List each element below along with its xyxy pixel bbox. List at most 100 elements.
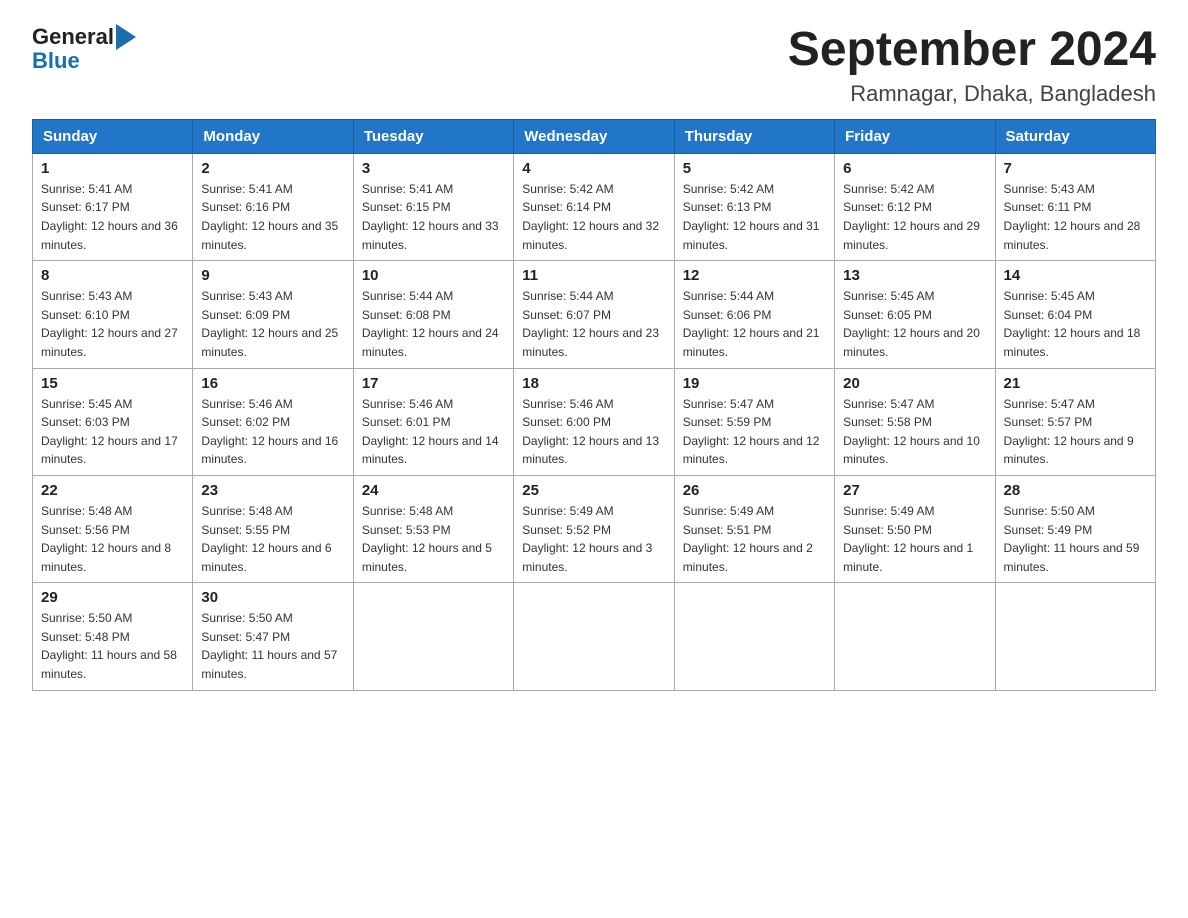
day-number: 15 <box>41 375 184 392</box>
calendar-day-cell: 27 Sunrise: 5:49 AMSunset: 5:50 PMDayligh… <box>835 475 995 582</box>
calendar-day-cell: 28 Sunrise: 5:50 AMSunset: 5:49 PMDayligh… <box>995 475 1155 582</box>
day-info: Sunrise: 5:41 AMSunset: 6:17 PMDaylight:… <box>41 180 184 254</box>
day-number: 2 <box>201 160 344 177</box>
day-info: Sunrise: 5:42 AMSunset: 6:13 PMDaylight:… <box>683 180 826 254</box>
day-info: Sunrise: 5:41 AMSunset: 6:16 PMDaylight:… <box>201 180 344 254</box>
day-number: 8 <box>41 267 184 284</box>
calendar-day-cell: 22 Sunrise: 5:48 AMSunset: 5:56 PMDayligh… <box>33 475 193 582</box>
day-info: Sunrise: 5:41 AMSunset: 6:15 PMDaylight:… <box>362 180 505 254</box>
day-number: 18 <box>522 375 665 392</box>
day-number: 9 <box>201 267 344 284</box>
calendar-week-row: 1 Sunrise: 5:41 AMSunset: 6:17 PMDaylight… <box>33 153 1156 260</box>
calendar-day-cell <box>514 583 674 690</box>
day-number: 13 <box>843 267 986 284</box>
day-info: Sunrise: 5:43 AMSunset: 6:09 PMDaylight:… <box>201 287 344 361</box>
calendar-day-cell: 9 Sunrise: 5:43 AMSunset: 6:09 PMDaylight… <box>193 261 353 368</box>
calendar-subtitle: Ramnagar, Dhaka, Bangladesh <box>788 81 1156 107</box>
calendar-day-cell: 7 Sunrise: 5:43 AMSunset: 6:11 PMDaylight… <box>995 153 1155 260</box>
day-number: 29 <box>41 589 184 606</box>
logo: General Blue <box>32 24 136 74</box>
day-number: 30 <box>201 589 344 606</box>
day-info: Sunrise: 5:48 AMSunset: 5:56 PMDaylight:… <box>41 502 184 576</box>
day-info: Sunrise: 5:44 AMSunset: 6:06 PMDaylight:… <box>683 287 826 361</box>
calendar-day-cell: 15 Sunrise: 5:45 AMSunset: 6:03 PMDayligh… <box>33 368 193 475</box>
day-info: Sunrise: 5:49 AMSunset: 5:50 PMDaylight:… <box>843 502 986 576</box>
day-number: 12 <box>683 267 826 284</box>
logo-arrow-icon <box>116 24 136 50</box>
day-info: Sunrise: 5:42 AMSunset: 6:14 PMDaylight:… <box>522 180 665 254</box>
day-number: 10 <box>362 267 505 284</box>
calendar-day-cell: 26 Sunrise: 5:49 AMSunset: 5:51 PMDayligh… <box>674 475 834 582</box>
calendar-header-sunday: Sunday <box>33 119 193 153</box>
day-info: Sunrise: 5:45 AMSunset: 6:03 PMDaylight:… <box>41 395 184 469</box>
day-info: Sunrise: 5:43 AMSunset: 6:11 PMDaylight:… <box>1004 180 1147 254</box>
calendar-table: SundayMondayTuesdayWednesdayThursdayFrid… <box>32 119 1156 691</box>
day-number: 7 <box>1004 160 1147 177</box>
calendar-day-cell: 1 Sunrise: 5:41 AMSunset: 6:17 PMDaylight… <box>33 153 193 260</box>
calendar-day-cell: 3 Sunrise: 5:41 AMSunset: 6:15 PMDaylight… <box>353 153 513 260</box>
calendar-day-cell: 6 Sunrise: 5:42 AMSunset: 6:12 PMDaylight… <box>835 153 995 260</box>
day-number: 22 <box>41 482 184 499</box>
page-header: General Blue September 2024 Ramnagar, Dh… <box>32 24 1156 107</box>
calendar-day-cell: 10 Sunrise: 5:44 AMSunset: 6:08 PMDayligh… <box>353 261 513 368</box>
day-info: Sunrise: 5:46 AMSunset: 6:01 PMDaylight:… <box>362 395 505 469</box>
day-info: Sunrise: 5:42 AMSunset: 6:12 PMDaylight:… <box>843 180 986 254</box>
calendar-day-cell <box>835 583 995 690</box>
logo-text-general: General <box>32 24 114 50</box>
calendar-day-cell: 17 Sunrise: 5:46 AMSunset: 6:01 PMDayligh… <box>353 368 513 475</box>
day-info: Sunrise: 5:49 AMSunset: 5:52 PMDaylight:… <box>522 502 665 576</box>
day-number: 25 <box>522 482 665 499</box>
day-number: 17 <box>362 375 505 392</box>
day-number: 26 <box>683 482 826 499</box>
day-number: 6 <box>843 160 986 177</box>
calendar-header-wednesday: Wednesday <box>514 119 674 153</box>
calendar-week-row: 22 Sunrise: 5:48 AMSunset: 5:56 PMDayligh… <box>33 475 1156 582</box>
day-info: Sunrise: 5:50 AMSunset: 5:47 PMDaylight:… <box>201 609 344 683</box>
calendar-day-cell: 14Sunrise: 5:45 AMSunset: 6:04 PMDayligh… <box>995 261 1155 368</box>
day-info: Sunrise: 5:49 AMSunset: 5:51 PMDaylight:… <box>683 502 826 576</box>
calendar-day-cell: 2 Sunrise: 5:41 AMSunset: 6:16 PMDaylight… <box>193 153 353 260</box>
calendar-day-cell: 19Sunrise: 5:47 AMSunset: 5:59 PMDayligh… <box>674 368 834 475</box>
day-info: Sunrise: 5:45 AMSunset: 6:04 PMDaylight:… <box>1004 287 1147 361</box>
day-number: 24 <box>362 482 505 499</box>
calendar-day-cell <box>353 583 513 690</box>
calendar-week-row: 15 Sunrise: 5:45 AMSunset: 6:03 PMDayligh… <box>33 368 1156 475</box>
day-number: 5 <box>683 160 826 177</box>
day-info: Sunrise: 5:47 AMSunset: 5:57 PMDaylight:… <box>1004 395 1147 469</box>
calendar-header-monday: Monday <box>193 119 353 153</box>
calendar-day-cell <box>674 583 834 690</box>
calendar-day-cell: 13 Sunrise: 5:45 AMSunset: 6:05 PMDayligh… <box>835 261 995 368</box>
day-info: Sunrise: 5:44 AMSunset: 6:08 PMDaylight:… <box>362 287 505 361</box>
calendar-header-friday: Friday <box>835 119 995 153</box>
day-number: 19 <box>683 375 826 392</box>
calendar-day-cell: 21 Sunrise: 5:47 AMSunset: 5:57 PMDayligh… <box>995 368 1155 475</box>
day-number: 11 <box>522 267 665 284</box>
day-info: Sunrise: 5:50 AMSunset: 5:49 PMDaylight:… <box>1004 502 1147 576</box>
day-number: 28 <box>1004 482 1147 499</box>
day-info: Sunrise: 5:47 AMSunset: 5:58 PMDaylight:… <box>843 395 986 469</box>
calendar-day-cell: 8 Sunrise: 5:43 AMSunset: 6:10 PMDaylight… <box>33 261 193 368</box>
calendar-header-row: SundayMondayTuesdayWednesdayThursdayFrid… <box>33 119 1156 153</box>
day-number: 1 <box>41 160 184 177</box>
day-number: 3 <box>362 160 505 177</box>
calendar-title: September 2024 <box>788 24 1156 77</box>
calendar-week-row: 29 Sunrise: 5:50 AMSunset: 5:48 PMDayligh… <box>33 583 1156 690</box>
day-number: 21 <box>1004 375 1147 392</box>
day-number: 4 <box>522 160 665 177</box>
calendar-day-cell: 29 Sunrise: 5:50 AMSunset: 5:48 PMDayligh… <box>33 583 193 690</box>
day-number: 16 <box>201 375 344 392</box>
day-info: Sunrise: 5:43 AMSunset: 6:10 PMDaylight:… <box>41 287 184 361</box>
calendar-day-cell: 24Sunrise: 5:48 AMSunset: 5:53 PMDayligh… <box>353 475 513 582</box>
calendar-day-cell <box>995 583 1155 690</box>
day-info: Sunrise: 5:44 AMSunset: 6:07 PMDaylight:… <box>522 287 665 361</box>
day-info: Sunrise: 5:45 AMSunset: 6:05 PMDaylight:… <box>843 287 986 361</box>
day-number: 23 <box>201 482 344 499</box>
day-info: Sunrise: 5:46 AMSunset: 6:02 PMDaylight:… <box>201 395 344 469</box>
calendar-day-cell: 5 Sunrise: 5:42 AMSunset: 6:13 PMDaylight… <box>674 153 834 260</box>
calendar-day-cell: 23Sunrise: 5:48 AMSunset: 5:55 PMDayligh… <box>193 475 353 582</box>
calendar-day-cell: 25 Sunrise: 5:49 AMSunset: 5:52 PMDayligh… <box>514 475 674 582</box>
day-number: 27 <box>843 482 986 499</box>
day-info: Sunrise: 5:50 AMSunset: 5:48 PMDaylight:… <box>41 609 184 683</box>
calendar-day-cell: 16 Sunrise: 5:46 AMSunset: 6:02 PMDayligh… <box>193 368 353 475</box>
title-block: September 2024 Ramnagar, Dhaka, Banglade… <box>788 24 1156 107</box>
